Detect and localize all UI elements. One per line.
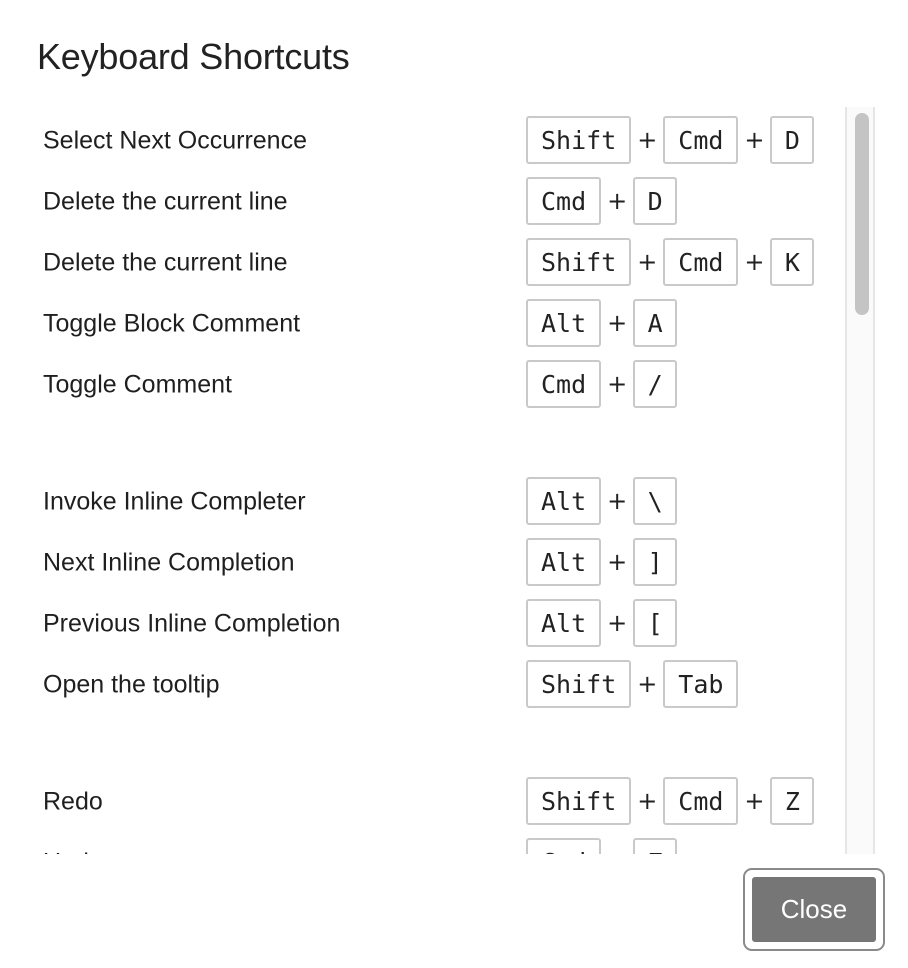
- shortcut-keys: Cmd+Z: [526, 838, 678, 854]
- key-separator: +: [607, 187, 628, 215]
- key-cap: D: [633, 177, 678, 225]
- shortcut-row: Delete the current line Cmd + D: [0, 177, 845, 227]
- shortcut-keys: Cmd + /: [526, 360, 678, 408]
- shortcut-row: Undo Cmd+Z: [0, 838, 845, 854]
- shortcut-keys: Cmd + D: [526, 177, 678, 225]
- key-separator: +: [744, 126, 765, 154]
- shortcut-row: Open the tooltip Shift + Tab: [0, 660, 845, 710]
- shortcut-row: Redo Shift + Cmd + Z: [0, 777, 845, 827]
- key-separator: +: [637, 126, 658, 154]
- shortcut-row: Toggle Block Comment Alt + A: [0, 299, 845, 349]
- key-cap: [: [633, 599, 678, 647]
- shortcut-label: Toggle Block Comment: [43, 309, 301, 338]
- key-cap: Shift: [526, 238, 632, 286]
- key-separator: +: [607, 487, 628, 515]
- shortcut-keys: Shift + Cmd + D: [526, 116, 815, 164]
- key-separator: +: [607, 609, 628, 637]
- shortcut-keys: Alt +]: [526, 538, 678, 586]
- shortcut-row: Delete the current line Shift + Cmd + K: [0, 238, 845, 288]
- key-cap: K: [770, 238, 815, 286]
- keyboard-shortcuts-dialog: Keyboard Shortcuts Select Next Occurrenc…: [0, 0, 908, 968]
- shortcut-label: Open the tooltip: [43, 670, 220, 699]
- close-button[interactable]: Close: [752, 877, 876, 942]
- key-cap: Cmd: [663, 777, 739, 825]
- shortcut-keys: Shift + Cmd + K: [526, 238, 815, 286]
- key-cap: Shift: [526, 116, 632, 164]
- shortcut-keys: Alt + A: [526, 299, 678, 347]
- shortcut-row: Invoke Inline Completer Alt + \: [0, 477, 845, 527]
- key-separator: +: [637, 787, 658, 815]
- key-cap: A: [633, 299, 678, 347]
- key-cap: Alt: [526, 299, 602, 347]
- key-cap: Alt: [526, 477, 602, 525]
- key-cap: Alt: [526, 599, 602, 647]
- shortcut-label: Next Inline Completion: [43, 548, 295, 577]
- key-separator: +: [744, 248, 765, 276]
- key-cap: ]: [633, 538, 678, 586]
- shortcut-label: Delete the current line: [43, 187, 288, 216]
- key-cap: Shift: [526, 660, 632, 708]
- shortcut-row: Toggle Comment Cmd + /: [0, 360, 845, 410]
- shortcut-keys: Alt + \: [526, 477, 678, 525]
- shortcut-label: Previous Inline Completion: [43, 609, 341, 638]
- shortcut-label: Redo: [43, 787, 103, 816]
- shortcut-row: Previous Inline Completion Alt +[: [0, 599, 845, 649]
- shortcut-keys: Shift + Tab: [526, 660, 739, 708]
- shortcut-row: Select Next Occurrence Shift + Cmd + D: [0, 116, 845, 166]
- shortcut-keys: Alt +[: [526, 599, 678, 647]
- shortcut-label: Delete the current line: [43, 248, 288, 277]
- shortcut-label: Invoke Inline Completer: [43, 487, 306, 516]
- shortcut-label: Toggle Comment: [43, 370, 232, 399]
- key-cap: Alt: [526, 538, 602, 586]
- scrollbar-thumb[interactable]: [855, 113, 869, 315]
- shortcut-label: Select Next Occurrence: [43, 126, 307, 155]
- key-cap: Z: [633, 838, 678, 854]
- key-separator: +: [601, 848, 633, 854]
- key-cap: Tab: [663, 660, 739, 708]
- key-separator: +: [607, 548, 628, 576]
- key-cap: \: [633, 477, 678, 525]
- key-cap: Cmd: [526, 360, 602, 408]
- key-cap: Cmd: [526, 838, 602, 854]
- key-separator: +: [637, 248, 658, 276]
- dialog-title: Keyboard Shortcuts: [37, 36, 350, 77]
- key-cap: Z: [770, 777, 815, 825]
- key-cap: Shift: [526, 777, 632, 825]
- shortcut-label: Undo: [43, 849, 103, 855]
- shortcut-list-scroll-area[interactable]: Select Next Occurrence Shift + Cmd + D Delete …: [0, 107, 876, 854]
- shortcut-row: Next Inline Completion Alt +]: [0, 538, 845, 588]
- key-separator: +: [607, 370, 628, 398]
- key-separator: +: [744, 787, 765, 815]
- key-cap: Cmd: [526, 177, 602, 225]
- close-button-focus-ring: Close: [743, 868, 885, 951]
- key-separator: +: [637, 670, 658, 698]
- key-cap: /: [633, 360, 678, 408]
- vertical-scrollbar[interactable]: [845, 107, 875, 854]
- key-cap: Cmd: [663, 116, 739, 164]
- key-cap: D: [770, 116, 815, 164]
- shortcut-keys: Shift + Cmd + Z: [526, 777, 815, 825]
- key-cap: Cmd: [663, 238, 739, 286]
- key-separator: +: [607, 309, 628, 337]
